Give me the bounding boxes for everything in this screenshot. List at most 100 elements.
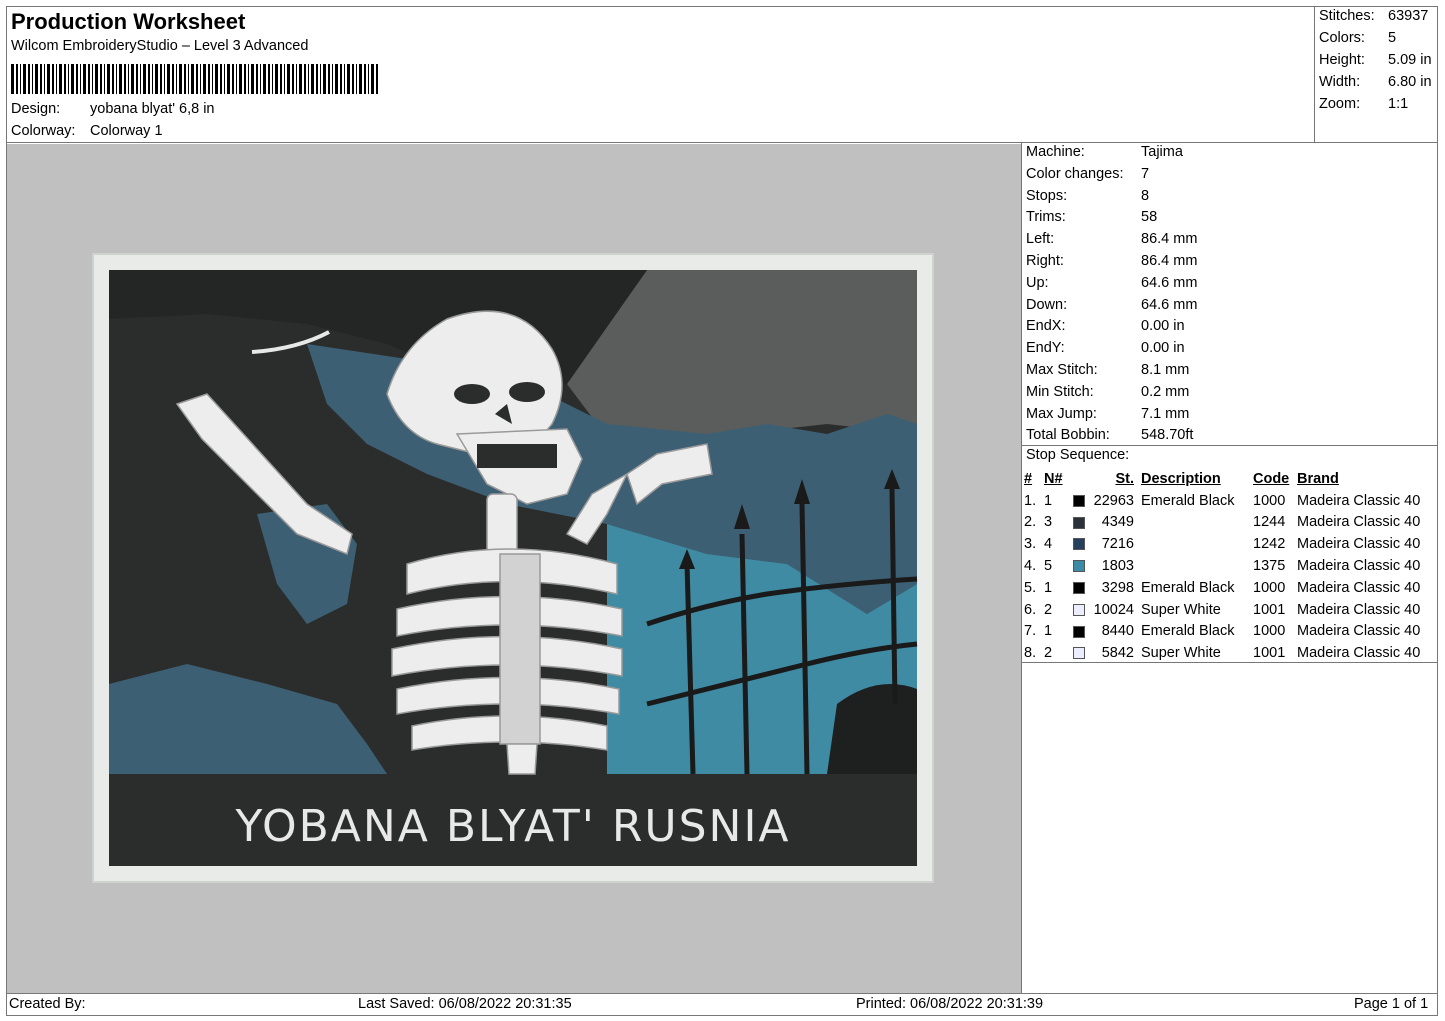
stat-row: Colors: 5 [1319,30,1396,46]
stat-value: 6.80 in [1388,74,1432,90]
swatch-cell [1069,577,1089,599]
info-value: 64.6 mm [1141,296,1198,313]
stat-value: 63937 [1388,8,1429,24]
info-value: 8 [1141,187,1150,204]
color-swatch-icon [1073,603,1085,616]
info-label: Left: [1026,231,1055,248]
colorway-label: Colorway: [11,123,76,139]
stat-label: Colors: [1319,30,1365,46]
machine-info-row: Max Stitch: 8.1 mm [1026,362,1189,378]
stat-value: 1:1 [1388,96,1409,112]
stat-value: 5 [1388,30,1397,46]
needle-number: 1 [1044,579,1053,596]
needle-number: 2 [1044,601,1053,618]
thread-description [1134,555,1253,577]
thread-brand: Madeira Classic 40 [1297,645,1421,662]
thread-brand: Madeira Classic 40 [1297,492,1421,509]
swatch-cell [1069,512,1089,534]
machine-info-row: Min Stitch: 0.2 mm [1026,384,1189,400]
stop-sequence-table: # N# St. Description Code Brand 1. 1 22963… [1024,468,1437,664]
thread-code: 1242 [1253,536,1286,553]
thread-brand: Madeira Classic 40 [1297,601,1421,618]
machine-info-row: Total Bobbin: 548.70ft [1026,427,1193,443]
col-header-needle: N# [1044,470,1063,487]
thread-brand: Madeira Classic 40 [1297,514,1421,531]
design-stats: Stitches: 63937 Colors: 5 Height: 5.09 in W… [1314,6,1438,143]
row-index: 6. [1024,601,1037,618]
info-label: EndY: [1026,340,1065,357]
thread-code: 1375 [1253,558,1286,575]
info-label: Up: [1026,274,1049,291]
stat-label: Height: [1319,52,1365,68]
info-value: 0.00 in [1141,340,1185,357]
info-label: EndX: [1026,318,1066,335]
design-value: yobana blyat' 6,8 in [90,101,215,117]
needle-number: 1 [1044,623,1053,640]
row-index: 2. [1024,514,1037,531]
info-label: Stops: [1026,187,1068,204]
needle-number: 5 [1044,558,1053,575]
swatch-cell [1069,642,1089,664]
thread-description [1134,512,1253,534]
info-value: 0.00 in [1141,318,1185,335]
stat-row: Zoom: 1:1 [1319,96,1408,112]
embroidery-patch-image: YOBANA BLYAT' RUSNIA [92,253,934,883]
info-value: 548.70ft [1141,427,1194,444]
row-index: 4. [1024,558,1037,575]
thread-description: Super White [1141,645,1221,662]
thread-description: Emerald Black [1141,623,1235,640]
color-swatch-icon [1073,516,1085,529]
needle-number: 4 [1044,536,1053,553]
row-index: 1. [1024,492,1037,509]
stitch-count: 4349 [1101,514,1134,531]
info-label: Max Jump: [1026,405,1097,422]
info-value: 58 [1141,209,1158,226]
row-index: 3. [1024,536,1037,553]
swatch-cell [1069,533,1089,555]
last-saved: Last Saved: 06/08/2022 20:31:35 [358,996,572,1012]
info-label: Max Stitch: [1026,362,1098,378]
info-label: Total Bobbin: [1026,427,1110,444]
stitch-count: 5842 [1101,645,1134,662]
needle-number: 1 [1044,492,1053,509]
col-header-stitches: St. [1115,470,1134,487]
design-preview: YOBANA BLYAT' RUSNIA [7,144,1021,993]
divider [1022,445,1438,446]
info-label: Min Stitch: [1026,383,1094,400]
stat-label: Width: [1319,74,1361,90]
info-label: Trims: [1026,209,1066,226]
barcode-image [11,64,378,94]
stat-row: Stitches: 63937 [1319,8,1428,24]
machine-info-row: Max Jump: 7.1 mm [1026,406,1189,422]
table-row: 1. 1 22963 Emerald Black 1000 Madeira Classic… [1024,490,1437,512]
info-value: 0.2 mm [1141,383,1190,400]
table-row: 5. 1 3298 Emerald Black 1000 Madeira Classic … [1024,577,1437,599]
stat-row: Height: 5.09 in [1319,52,1432,68]
info-value: 8.1 mm [1141,362,1190,378]
row-index: 8. [1024,645,1037,662]
worksheet-footer: Created By: Last Saved: 06/08/2022 20:31… [6,993,1438,1016]
thread-code: 1001 [1253,645,1286,662]
table-row: 2. 3 4349 1244 Madeira Classic 40 [1024,512,1437,534]
table-row: 6. 2 10024 Super White 1001 Madeira Classic 4… [1024,599,1437,621]
thread-code: 1001 [1253,601,1286,618]
machine-info-row: EndX: 0.00 in [1026,318,1185,334]
color-swatch-icon [1073,647,1085,660]
machine-info-row: Color changes: 7 [1026,166,1149,182]
info-label: Down: [1026,296,1068,313]
stat-label: Zoom: [1319,96,1361,112]
machine-info-row: EndY: 0.00 in [1026,340,1185,356]
page-number: Page 1 of 1 [1354,996,1429,1012]
thread-code: 1000 [1253,492,1286,509]
machine-info-row: Up: 64.6 mm [1026,275,1197,291]
col-header-code: Code [1253,470,1290,487]
machine-info-row: Down: 64.6 mm [1026,297,1197,313]
info-value: 86.4 mm [1141,231,1198,248]
stat-value: 5.09 in [1388,52,1432,68]
info-value: 7 [1141,165,1150,182]
machine-info-row: Stops: 8 [1026,188,1149,204]
needle-number: 2 [1044,645,1053,662]
needle-number: 3 [1044,514,1053,531]
color-swatch-icon [1073,494,1085,507]
swatch-cell [1069,621,1089,643]
